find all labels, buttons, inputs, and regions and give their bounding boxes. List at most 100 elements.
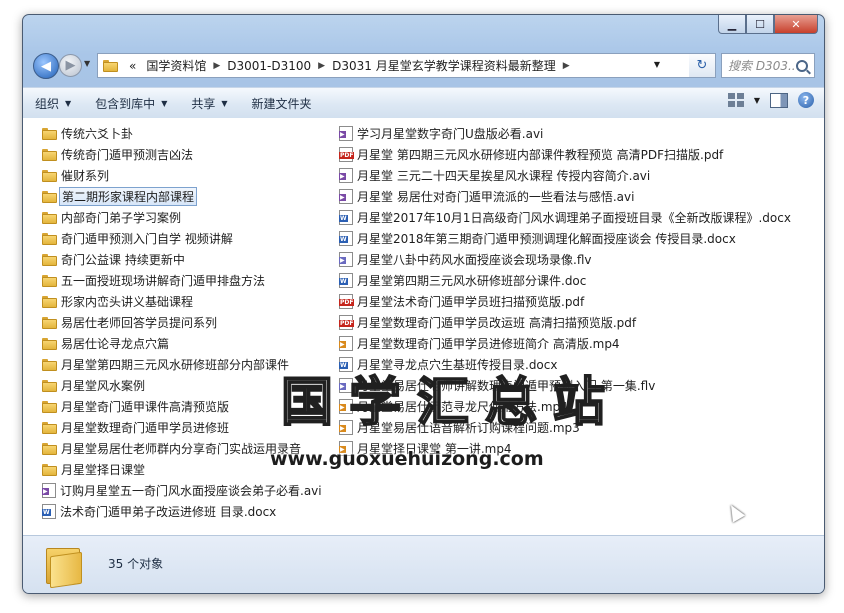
- file-item[interactable]: W 月星堂寻龙点穴生基班传授目录.docx: [339, 354, 791, 375]
- toolbar-right-group: ▼ ?: [727, 92, 814, 108]
- folder-item[interactable]: 月星堂择日课堂: [42, 459, 322, 480]
- view-options-icon[interactable]: [727, 93, 744, 107]
- forward-button[interactable]: ▶: [59, 54, 82, 77]
- file-name: 法术奇门遁甲弟子改运进修班 目录.docx: [60, 505, 277, 519]
- file-name: 月星堂 第四期三元风水研修班内部课件教程预览 高清PDF扫描版.pdf: [357, 148, 724, 162]
- file-item[interactable]: ▶ 月星堂易居仕老师讲解数理奇门遁甲预测入门 第一集.flv: [339, 375, 791, 396]
- folder-item[interactable]: 月星堂易居仕老师群内分享奇门实战运用录音: [42, 438, 322, 459]
- include-in-library-menu[interactable]: 包含到库中 ▼: [83, 88, 179, 118]
- doc-file-icon: W: [339, 210, 353, 225]
- mp3-file-icon: ▶: [339, 420, 353, 435]
- folder-item[interactable]: 催财系列: [42, 165, 322, 186]
- mp4-file-icon: ▶: [339, 441, 353, 456]
- file-item[interactable]: ▶ 月星堂择日课堂 第一讲.mp4: [339, 438, 791, 459]
- file-item[interactable]: PDF 月星堂法术奇门遁甲学员班扫描预览版.pdf: [339, 291, 791, 312]
- folder-item[interactable]: 月星堂数理奇门遁甲学员进修班: [42, 417, 322, 438]
- breadcrumb-separator-icon[interactable]: ▶: [561, 61, 572, 71]
- address-dropdown-icon[interactable]: ▼: [654, 60, 660, 69]
- file-name: 月星堂2017年10月1日高级奇门风水调理弟子面授班目录《全新改版课程》.doc…: [357, 211, 791, 225]
- folder-item[interactable]: 易居仕老师回答学员提问系列: [42, 312, 322, 333]
- file-column-right: ▶ 学习月星堂数字奇门U盘版必看.avi PDF 月星堂 第四期三元风水研修班内部课件…: [339, 123, 791, 459]
- folder-item[interactable]: 易居仕论寻龙点穴篇: [42, 333, 322, 354]
- organize-menu[interactable]: 组织 ▼: [23, 88, 83, 118]
- file-item[interactable]: ▶ 学习月星堂数字奇门U盘版必看.avi: [339, 123, 791, 144]
- maximize-button[interactable]: ☐: [746, 15, 774, 34]
- breadcrumb-separator-icon[interactable]: ▶: [211, 61, 222, 71]
- preview-pane-icon[interactable]: [770, 92, 788, 108]
- large-folder-icon: [46, 544, 82, 589]
- recent-pages-dropdown[interactable]: ▼: [84, 59, 90, 68]
- file-item[interactable]: ▶ 月星堂八卦中药风水面授座谈会现场录像.flv: [339, 249, 791, 270]
- folder-icon: [42, 253, 57, 266]
- file-item[interactable]: ▶ 月星堂数理奇门遁甲学员进修班简介 高清版.mp4: [339, 333, 791, 354]
- file-name: 易居仕老师回答学员提问系列: [61, 316, 218, 330]
- file-item[interactable]: W 月星堂2017年10月1日高级奇门风水调理弟子面授班目录《全新改版课程》.do…: [339, 207, 791, 228]
- view-dropdown-icon[interactable]: ▼: [754, 96, 760, 105]
- address-bar[interactable]: « 国学资料馆 ▶ D3001-D3100 ▶ D3031 月星堂玄学教学课程资…: [97, 53, 691, 78]
- folder-item[interactable]: 奇门遁甲预测入门自学 视频讲解: [42, 228, 322, 249]
- file-item[interactable]: ▶ 订购月星堂五一奇门风水面授座谈会弟子必看.avi: [42, 480, 322, 501]
- folder-item[interactable]: 第二期形家课程内部课程: [42, 186, 322, 207]
- file-name: 月星堂八卦中药风水面授座谈会现场录像.flv: [357, 253, 592, 267]
- file-item[interactable]: ▶ 月星堂 易居仕对奇门遁甲流派的一些看法与感悟.avi: [339, 186, 791, 207]
- search-input[interactable]: 搜索 D303...: [722, 57, 796, 74]
- command-bar: 组织 ▼ 包含到库中 ▼ 共享 ▼ 新建文件夹 ▼ ?: [23, 87, 824, 119]
- file-name: 月星堂易居仕示范寻龙尺使用方法.mp4: [357, 400, 568, 414]
- breadcrumb-overflow[interactable]: «: [124, 59, 141, 73]
- search-box[interactable]: 搜索 D303...: [721, 53, 815, 78]
- file-name: 月星堂法术奇门遁甲学员班扫描预览版.pdf: [357, 295, 585, 309]
- file-item[interactable]: ▶ 月星堂易居仕语音解析订购课程问题.mp3: [339, 417, 791, 438]
- folder-item[interactable]: 内部奇门弟子学习案例: [42, 207, 322, 228]
- refresh-button[interactable]: ↻: [689, 53, 716, 78]
- folder-icon: [42, 421, 57, 434]
- folder-item[interactable]: 月星堂第四期三元风水研修班部分内部课件: [42, 354, 322, 375]
- file-name: 月星堂奇门遁甲课件高清预览版: [61, 400, 230, 414]
- file-name: 易居仕论寻龙点穴篇: [61, 337, 170, 351]
- folder-item[interactable]: 五一面授班现场讲解奇门遁甲排盘方法: [42, 270, 322, 291]
- folder-icon: [42, 274, 57, 287]
- file-name: 传统六爻卜卦: [61, 127, 134, 141]
- file-item[interactable]: PDF 月星堂数理奇门遁甲学员改运班 高清扫描预览版.pdf: [339, 312, 791, 333]
- file-name: 传统奇门遁甲预测吉凶法: [61, 148, 194, 162]
- help-icon[interactable]: ?: [798, 92, 814, 108]
- breadcrumb-item[interactable]: D3031 月星堂玄学教学课程资料最新整理: [327, 57, 561, 74]
- file-name: 月星堂择日课堂 第一讲.mp4: [357, 442, 512, 456]
- folder-icon: [42, 463, 57, 476]
- breadcrumb-separator-icon[interactable]: ▶: [316, 61, 327, 71]
- file-name: 奇门公益课 持续更新中: [61, 253, 185, 267]
- folder-item[interactable]: 传统奇门遁甲预测吉凶法: [42, 144, 322, 165]
- file-item[interactable]: ▶ 月星堂易居仕示范寻龙尺使用方法.mp4: [339, 396, 791, 417]
- folder-item[interactable]: 月星堂奇门遁甲课件高清预览版: [42, 396, 322, 417]
- file-item[interactable]: PDF 月星堂 第四期三元风水研修班内部课件教程预览 高清PDF扫描版.pdf: [339, 144, 791, 165]
- file-name: 催财系列: [61, 169, 110, 183]
- avi-file-icon: ▶: [339, 189, 353, 204]
- folder-icon: [103, 59, 118, 72]
- avi-file-icon: ▶: [339, 126, 353, 141]
- doc-file-icon: W: [42, 504, 56, 519]
- explorer-window: ▁ ☐ ✕ ◀ ▶ ▼ « 国学资料馆 ▶ D3001-D3100 ▶ D303…: [22, 14, 825, 594]
- back-button[interactable]: ◀: [33, 53, 59, 79]
- share-menu[interactable]: 共享 ▼: [179, 88, 239, 118]
- file-item[interactable]: W 月星堂第四期三元风水研修班部分课件.doc: [339, 270, 791, 291]
- file-item[interactable]: W 月星堂2018年第三期奇门遁甲预测调理化解面授座谈会 传授目录.docx: [339, 228, 791, 249]
- folder-item[interactable]: 奇门公益课 持续更新中: [42, 249, 322, 270]
- breadcrumb-item[interactable]: D3001-D3100: [222, 59, 316, 73]
- folder-item[interactable]: 形家内峦头讲义基础课程: [42, 291, 322, 312]
- folder-icon: [42, 148, 57, 161]
- file-name: 学习月星堂数字奇门U盘版必看.avi: [357, 127, 544, 141]
- folder-item[interactable]: 月星堂风水案例: [42, 375, 322, 396]
- folder-item[interactable]: 传统六爻卜卦: [42, 123, 322, 144]
- breadcrumb-item[interactable]: 国学资料馆: [141, 57, 211, 74]
- refresh-icon: ↻: [696, 58, 708, 73]
- file-name: 月星堂数理奇门遁甲学员改运班 高清扫描预览版.pdf: [357, 316, 637, 330]
- file-name: 月星堂第四期三元风水研修班部分课件.doc: [357, 274, 587, 288]
- file-item[interactable]: W 法术奇门遁甲弟子改运进修班 目录.docx: [42, 501, 322, 522]
- minimize-button[interactable]: ▁: [718, 15, 746, 34]
- file-name: 月星堂数理奇门遁甲学员进修班简介 高清版.mp4: [357, 337, 620, 351]
- details-pane: 35 个对象: [23, 535, 824, 593]
- file-item[interactable]: ▶ 月星堂 三元二十四天星挨星风水课程 传授内容简介.avi: [339, 165, 791, 186]
- folder-icon: [42, 442, 57, 455]
- new-folder-button[interactable]: 新建文件夹: [240, 88, 324, 118]
- folder-icon: [42, 169, 57, 182]
- close-button[interactable]: ✕: [774, 15, 818, 34]
